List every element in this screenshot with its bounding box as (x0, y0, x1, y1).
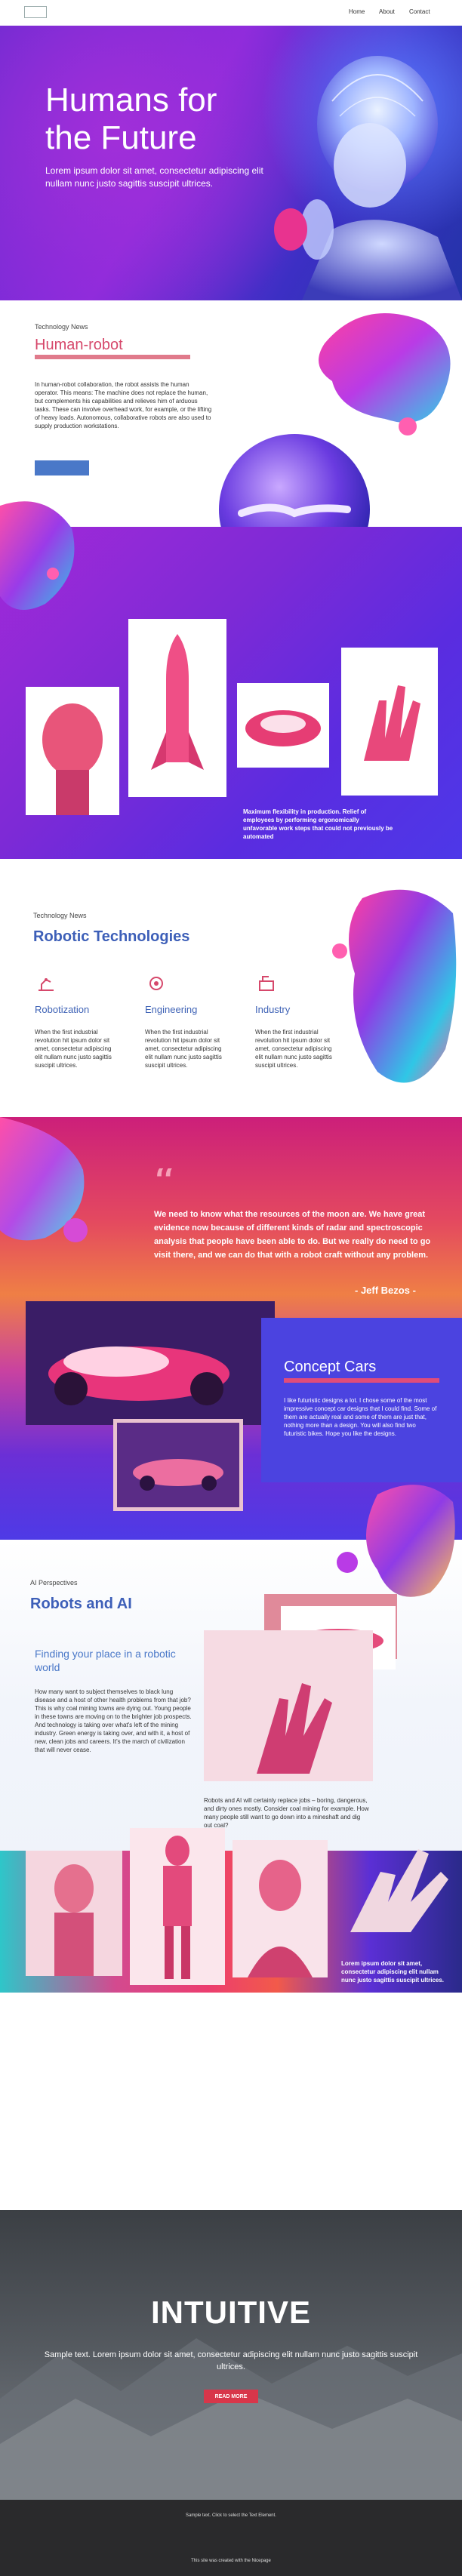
gear-brain-icon (149, 977, 163, 990)
intuitive-text: Sample text. Lorem ipsum dolor sit amet,… (44, 2350, 418, 2371)
svg-text:“: “ (152, 1168, 176, 1199)
concept-cars-text: I like futuristic designs a lot. I chose… (284, 1397, 437, 1437)
nav-about[interactable]: About (379, 8, 395, 15)
hero-title-line1: Humans for (45, 82, 217, 118)
robot-arm-image (350, 1849, 448, 1932)
mountains-image (0, 2338, 462, 2500)
hero-title: Humans for the Future (45, 82, 294, 157)
intuitive-title: INTUITIVE (150, 2294, 311, 2330)
robot-woman-image (26, 1851, 122, 1976)
robot-head-image (300, 56, 462, 300)
site-footer (0, 2500, 462, 2576)
feature-title: Robotization (35, 1004, 90, 1015)
robot-face-card (26, 687, 119, 815)
logo[interactable] (24, 6, 47, 18)
factory-robot-icon (259, 976, 274, 991)
robot-hand-image (204, 1630, 373, 1781)
strip-caption: Lorem ipsum dolor sit amet, consectetur … (341, 1960, 445, 1984)
space-shuttle-card (128, 619, 226, 797)
feature-text: When the first industrial revolution hit… (145, 1029, 222, 1069)
liquid-blob-quote (0, 1117, 88, 1242)
liquid-blob-image (319, 313, 451, 435)
section-title: Robots and AI (30, 1596, 132, 1612)
hero-subtitle: Lorem ipsum dolor sit amet, consectetur … (45, 165, 263, 189)
section-text: Robots and AI will certainly replace job… (204, 1797, 369, 1829)
read-more-button[interactable]: READ MORE (204, 2390, 258, 2403)
robot-standing-image (130, 1828, 225, 1985)
read-more-button[interactable] (35, 460, 89, 475)
footer-credit: This site was created with the Nicepage (191, 2559, 271, 2563)
section-title: Robotic Technologies (33, 928, 190, 945)
concept-car-large (26, 1301, 275, 1425)
robot-hand-card (341, 648, 438, 796)
gallery-caption: Maximum flexibility in production. Relie… (243, 808, 393, 840)
section-eyebrow: Technology News (33, 912, 87, 919)
quote-author: - Jeff Bezos - (355, 1285, 416, 1296)
section-title: Human-robot (35, 337, 123, 353)
section-text: In human-robot collaboration, the robot … (35, 381, 212, 429)
concept-car-card (237, 683, 329, 768)
nav-contact[interactable]: Contact (409, 8, 430, 15)
concept-cars-title: Concept Cars (284, 1359, 377, 1375)
section-eyebrow: Technology News (35, 323, 88, 331)
quote-mark-icon: “ (152, 1168, 176, 1199)
nav-home[interactable]: Home (349, 8, 365, 15)
section-subtitle: Finding your place in a robotic world (35, 1648, 176, 1673)
pink-blob (274, 208, 307, 251)
feature-title: Industry (255, 1004, 291, 1015)
section-eyebrow: AI Perspectives (30, 1579, 78, 1587)
robot-arm-icon (38, 978, 54, 991)
title-underline (284, 1378, 439, 1383)
liquid-blob-left (0, 501, 75, 610)
liquid-blob-right (332, 889, 457, 1083)
hero-section (0, 26, 462, 300)
footer-text: Sample text. Click to select the Text El… (186, 2513, 276, 2518)
section-text: How many want to subject themselves to b… (35, 1688, 192, 1753)
quote-text: We need to know what the resources of th… (154, 1210, 431, 1260)
concept-car-small (113, 1419, 243, 1511)
title-underline (35, 355, 190, 359)
robot-bust-image (233, 1840, 328, 1977)
hero-title-line2: the Future (45, 119, 197, 156)
feature-title: Engineering (145, 1004, 198, 1015)
feature-text: When the first industrial revolution hit… (35, 1029, 112, 1069)
